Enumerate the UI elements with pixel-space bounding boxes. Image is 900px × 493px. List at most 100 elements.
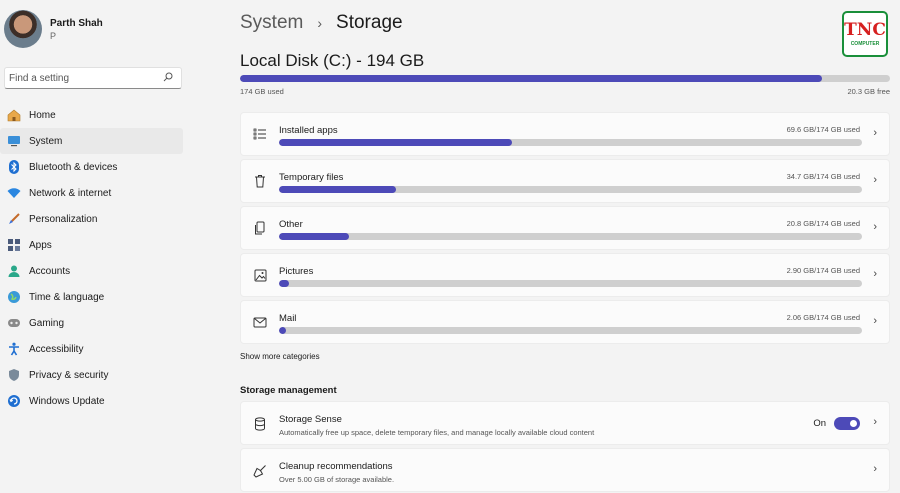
storage-sense-description: Automatically free up space, delete temp… <box>279 428 595 437</box>
disk-used-label: 174 GB used <box>240 87 284 96</box>
page-title: Storage <box>336 12 403 33</box>
category-usage-fill <box>279 139 513 146</box>
breadcrumb-separator: › <box>317 15 323 31</box>
category-usage-bar <box>279 327 862 334</box>
accessibility-icon <box>6 341 22 357</box>
brush-icon <box>6 211 22 227</box>
cleanup-title: Cleanup recommendations <box>279 461 393 472</box>
storage-sense-title: Storage Sense <box>279 414 342 425</box>
person-icon <box>6 263 22 279</box>
sidebar-item-system[interactable]: System <box>0 128 183 154</box>
database-icon <box>252 416 268 432</box>
globe-icon <box>6 289 22 305</box>
chevron-right-icon: › <box>873 416 877 428</box>
sidebar-item-network[interactable]: Network & internet <box>0 180 183 206</box>
category-usage-fill <box>279 327 286 334</box>
wifi-icon <box>6 185 22 201</box>
sidebar-item-label: Time & language <box>29 291 105 303</box>
category-size: 2.90 GB/174 GB used <box>786 266 860 275</box>
sidebar-item-label: System <box>29 135 63 147</box>
chevron-right-icon: › <box>873 315 877 327</box>
category-name: Other <box>279 219 303 230</box>
list-icon <box>252 126 268 142</box>
category-size: 69.6 GB/174 GB used <box>786 125 860 134</box>
sidebar: Parth Shah P Home System Bluetooth & dev… <box>0 0 190 493</box>
show-more-categories-link[interactable]: Show more categories <box>240 352 320 361</box>
category-name: Temporary files <box>279 172 344 183</box>
storage-management-heading: Storage management <box>240 385 337 396</box>
apps-icon <box>6 237 22 253</box>
sidebar-item-label: Privacy & security <box>29 369 109 381</box>
sidebar-item-label: Home <box>29 109 56 121</box>
toggle-state-label: On <box>813 418 826 429</box>
sidebar-item-bluetooth[interactable]: Bluetooth & devices <box>0 154 183 180</box>
breadcrumb: System › Storage <box>240 12 403 34</box>
disk-title: Local Disk (C:) - 194 GB <box>240 51 425 70</box>
trash-icon <box>252 173 268 189</box>
category-usage-fill <box>279 186 396 193</box>
category-size: 34.7 GB/174 GB used <box>786 172 860 181</box>
category-usage-fill <box>279 233 349 240</box>
sidebar-item-personalization[interactable]: Personalization <box>0 206 183 232</box>
category-usage-bar <box>279 233 862 240</box>
logo-sub-text: COMPUTER <box>850 40 880 47</box>
breadcrumb-parent[interactable]: System <box>240 12 303 34</box>
sidebar-item-label: Network & internet <box>29 187 112 199</box>
category-mail[interactable]: Mail 2.06 GB/174 GB used › <box>240 300 890 344</box>
brand-logo: TNC COMPUTER <box>842 11 888 57</box>
sidebar-item-privacy[interactable]: Privacy & security <box>0 362 183 388</box>
chevron-right-icon: › <box>873 221 877 233</box>
category-usage-bar <box>279 139 862 146</box>
disk-free-label: 20.3 GB free <box>847 87 890 96</box>
avatar <box>4 10 42 48</box>
category-size: 2.06 GB/174 GB used <box>786 313 860 322</box>
user-profile[interactable]: Parth Shah P <box>4 10 103 48</box>
chevron-right-icon: › <box>873 268 877 280</box>
document-icon <box>252 220 268 236</box>
picture-icon <box>252 267 268 283</box>
storage-categories: Installed apps 69.6 GB/174 GB used › Tem… <box>240 112 890 347</box>
sidebar-item-label: Apps <box>29 239 52 251</box>
sidebar-item-label: Accessibility <box>29 343 84 355</box>
category-usage-bar <box>279 186 862 193</box>
category-other[interactable]: Other 20.8 GB/174 GB used › <box>240 206 890 250</box>
storage-sense-toggle-group: On <box>813 417 860 430</box>
sidebar-item-label: Windows Update <box>29 395 105 407</box>
storage-sense-row[interactable]: Storage Sense Automatically free up spac… <box>240 401 890 445</box>
category-usage-bar <box>279 280 862 287</box>
sidebar-item-home[interactable]: Home <box>0 102 183 128</box>
mail-icon <box>252 314 268 330</box>
sidebar-item-time-language[interactable]: Time & language <box>0 284 183 310</box>
category-name: Pictures <box>279 266 314 277</box>
sidebar-item-windows-update[interactable]: Windows Update <box>0 388 183 414</box>
disk-usage-fill <box>240 75 822 82</box>
search-box[interactable] <box>4 67 182 89</box>
chevron-right-icon: › <box>873 174 877 186</box>
category-pictures[interactable]: Pictures 2.90 GB/174 GB used › <box>240 253 890 297</box>
category-temporary-files[interactable]: Temporary files 34.7 GB/174 GB used › <box>240 159 890 203</box>
sidebar-item-accessibility[interactable]: Accessibility <box>0 336 183 362</box>
sidebar-item-label: Accounts <box>29 265 71 277</box>
category-size: 20.8 GB/174 GB used <box>786 219 860 228</box>
cleanup-description: Over 5.00 GB of storage available. <box>279 475 395 484</box>
chevron-right-icon: › <box>873 127 877 139</box>
search-input[interactable] <box>9 72 163 84</box>
toggle-knob <box>850 420 857 427</box>
search-icon[interactable] <box>163 72 173 85</box>
bluetooth-icon <box>6 159 22 175</box>
sidebar-item-gaming[interactable]: Gaming <box>0 310 183 336</box>
sidebar-item-label: Gaming <box>29 317 65 329</box>
disk-usage-bar <box>240 75 890 82</box>
storage-sense-toggle[interactable] <box>834 417 860 430</box>
sidebar-item-apps[interactable]: Apps <box>0 232 183 258</box>
sidebar-item-accounts[interactable]: Accounts <box>0 258 183 284</box>
update-icon <box>6 393 22 409</box>
category-name: Installed apps <box>279 125 338 136</box>
cleanup-recommendations-row[interactable]: Cleanup recommendations Over 5.00 GB of … <box>240 448 890 492</box>
sidebar-item-label: Bluetooth & devices <box>29 161 118 173</box>
sidebar-nav: Home System Bluetooth & devices Network … <box>0 102 183 414</box>
monitor-icon <box>6 133 22 149</box>
sidebar-item-label: Personalization <box>29 213 98 225</box>
category-installed-apps[interactable]: Installed apps 69.6 GB/174 GB used › <box>240 112 890 156</box>
profile-name: Parth Shah <box>50 17 103 29</box>
